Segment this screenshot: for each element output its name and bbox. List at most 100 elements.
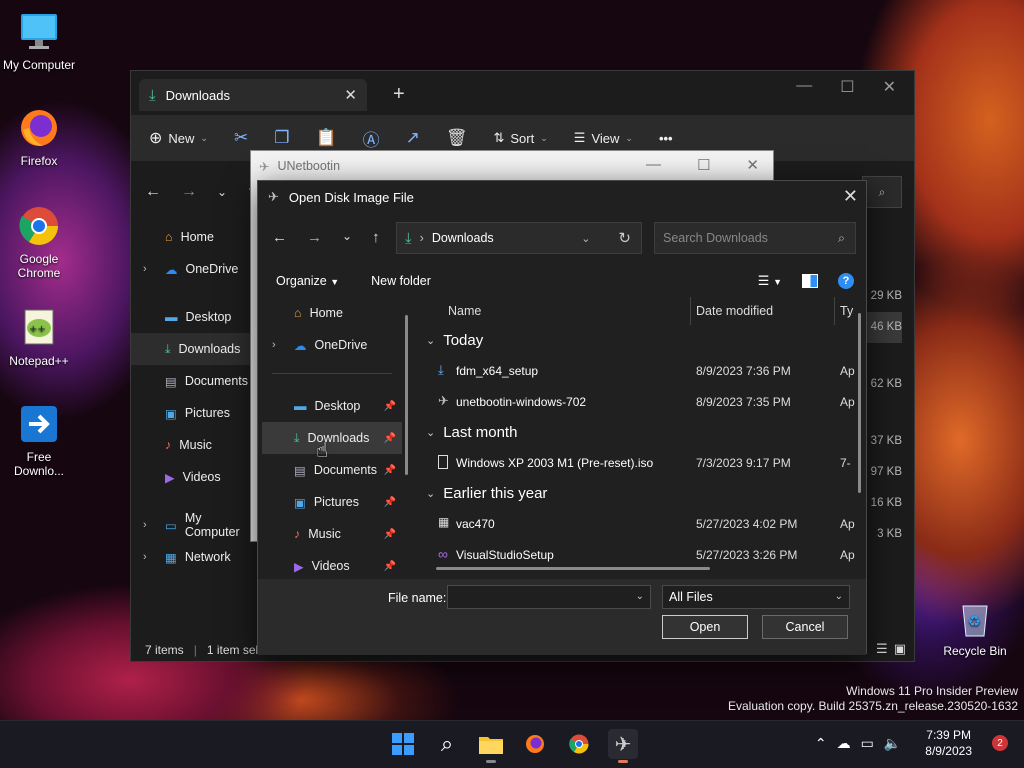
maximize-icon[interactable]: ☐ <box>697 156 710 174</box>
sidebar-scrollbar[interactable] <box>405 315 408 475</box>
close-icon[interactable]: ✕ <box>883 77 896 97</box>
desktop-icon-free-download-manager[interactable]: Free Downlo... <box>0 402 78 478</box>
group-header-earlier-this-year[interactable]: ⌄ Earlier this year <box>418 478 858 508</box>
desktop-icon-recycle-bin[interactable]: ♻ Recycle Bin <box>936 596 1014 658</box>
chevron-right-icon[interactable]: › <box>143 551 147 563</box>
view-button[interactable]: ☰ View ⌄ <box>574 130 633 146</box>
sidebar-item-videos[interactable]: ▶ Videos 📌 <box>262 550 402 577</box>
sidebar-item-downloads[interactable]: ⤓ Downloads <box>131 333 256 365</box>
breadcrumb[interactable]: Downloads <box>432 231 494 245</box>
column-divider[interactable] <box>690 297 691 325</box>
refresh-icon[interactable]: ↻ <box>618 229 631 247</box>
organize-button[interactable]: Organize ▼ <box>276 274 339 288</box>
recent-chevron-icon[interactable]: ⌄ <box>342 229 352 246</box>
sidebar-item-desktop[interactable]: ▬ Desktop <box>131 301 256 333</box>
maximize-icon[interactable]: ☐ <box>840 77 854 97</box>
paste-icon[interactable]: 📋 <box>315 128 336 148</box>
tiles-view-icon[interactable]: ▣ <box>894 641 906 657</box>
sidebar-item-downloads[interactable]: ⤓ Downloads 📌 <box>262 422 402 454</box>
recent-chevron-icon[interactable]: ⌄ <box>217 185 227 199</box>
file-type-select[interactable]: All Files ⌄ <box>662 585 850 609</box>
list-item[interactable]: Windows XP 2003 M1 (Pre-reset).iso 7/3/2… <box>418 447 858 478</box>
explorer-search-icon[interactable]: ⌕ <box>862 176 902 208</box>
volume-icon[interactable]: 🔈 <box>884 735 901 752</box>
new-tab-icon[interactable]: + <box>393 83 405 106</box>
chevron-right-icon[interactable]: › <box>143 263 147 275</box>
column-date-modified[interactable]: Date modified <box>696 304 773 318</box>
chevron-down-icon[interactable]: ⌄ <box>581 232 590 245</box>
minimize-icon[interactable]: — <box>646 156 661 174</box>
sidebar-item-network[interactable]: › ▦ Network <box>131 541 256 573</box>
notification-badge[interactable]: 2 <box>992 735 1008 751</box>
search-icon[interactable]: ⌕ <box>838 231 845 246</box>
close-tab-icon[interactable]: ✕ <box>344 86 357 104</box>
sidebar-item-music[interactable]: ♪ Music 📌 <box>262 518 402 550</box>
list-item[interactable]: ∞ VisualStudioSetup 5/27/2023 3:26 PM Ap <box>418 539 858 570</box>
list-item[interactable]: ✈ unetbootin-windows-702 8/9/2023 7:35 P… <box>418 386 858 417</box>
sidebar-item-videos[interactable]: ▶ Videos <box>131 461 256 493</box>
file-list-vertical-scrollbar[interactable] <box>858 313 861 493</box>
address-bar[interactable]: ⤓ › Downloads ⌄ ↻ <box>396 222 642 254</box>
explorer-tab[interactable]: ⤓ Downloads ✕ <box>139 79 367 111</box>
chevron-down-icon[interactable]: ⌄ <box>636 591 644 602</box>
sidebar-item-home[interactable]: ⌂ Home <box>262 297 402 329</box>
preview-pane-icon[interactable] <box>802 274 818 288</box>
chevron-right-icon[interactable]: › <box>272 339 276 351</box>
firefox-taskbar-button[interactable] <box>520 729 550 759</box>
list-item[interactable]: ▦ vac470 5/27/2023 4:02 PM Ap <box>418 508 858 539</box>
new-button[interactable]: ⊕ New ⌄ <box>149 128 208 148</box>
sidebar-item-music[interactable]: ♪ Music <box>131 429 256 461</box>
sidebar-item-home[interactable]: ⌂ Home <box>131 221 256 253</box>
file-list-horizontal-scrollbar[interactable] <box>436 567 710 570</box>
back-arrow-icon[interactable]: ← <box>272 229 287 246</box>
chevron-right-icon[interactable]: › <box>143 519 147 531</box>
sidebar-item-documents[interactable]: ▤ Documents <box>131 365 256 397</box>
sidebar-item-onedrive[interactable]: › ☁ OneDrive <box>131 253 256 285</box>
new-folder-button[interactable]: New folder <box>371 274 431 288</box>
forward-arrow-icon[interactable]: → <box>181 183 197 201</box>
delete-icon[interactable]: 🗑 <box>446 128 468 148</box>
help-icon[interactable]: ? <box>838 273 854 289</box>
share-icon[interactable]: ↗ <box>406 128 420 148</box>
desktop-icon-notepad-plus-plus[interactable]: ++ Notepad++ <box>0 306 78 368</box>
clock[interactable]: 7:39 PM 8/9/2023 <box>925 727 972 759</box>
sidebar-item-desktop[interactable]: ▬ Desktop 📌 <box>262 390 402 422</box>
column-divider[interactable] <box>834 297 835 325</box>
chrome-taskbar-button[interactable] <box>564 729 594 759</box>
rename-icon[interactable]: Ⓐ <box>363 126 380 151</box>
chevron-down-icon[interactable]: ⌄ <box>835 591 843 602</box>
file-name-input[interactable]: ⌄ <box>447 585 651 609</box>
search-input[interactable]: Search Downloads ⌕ <box>654 222 856 254</box>
chevron-up-icon[interactable]: ⌃ <box>815 735 827 752</box>
view-options-icon[interactable]: ☰ ▼ <box>758 273 782 289</box>
search-button[interactable]: ⌕ <box>432 729 462 759</box>
sidebar-item-documents[interactable]: ▤ Documents 📌 <box>262 454 402 486</box>
minimize-icon[interactable]: — <box>796 77 812 97</box>
details-view-icon[interactable]: ☰ <box>876 641 888 657</box>
cancel-button[interactable]: Cancel <box>762 615 848 639</box>
close-icon[interactable]: ✕ <box>843 186 858 207</box>
unetbootin-taskbar-button[interactable]: ✈ <box>608 729 638 763</box>
group-header-today[interactable]: ⌄ Today <box>418 325 858 355</box>
display-icon[interactable]: ▭ <box>861 735 874 752</box>
back-arrow-icon[interactable]: ← <box>145 183 161 201</box>
list-item[interactable]: ⤓ fdm_x64_setup 8/9/2023 7:36 PM Ap <box>418 355 858 386</box>
copy-icon[interactable]: ❐ <box>274 128 289 148</box>
cut-icon[interactable]: ✂ <box>234 128 248 148</box>
start-button[interactable] <box>388 729 418 759</box>
more-options-button[interactable]: ••• <box>659 131 673 146</box>
sidebar-item-my-computer[interactable]: › ▭ My Computer <box>131 509 256 541</box>
desktop-icon-google-chrome[interactable]: Google Chrome <box>0 204 78 280</box>
column-type[interactable]: Ty <box>840 304 853 318</box>
network-disconnected-icon[interactable]: ☁ <box>837 735 851 752</box>
file-explorer-taskbar-button[interactable] <box>476 729 506 763</box>
open-button[interactable]: Open <box>662 615 748 639</box>
up-arrow-icon[interactable]: ↑ <box>372 229 380 246</box>
group-header-last-month[interactable]: ⌄ Last month <box>418 417 858 447</box>
forward-arrow-icon[interactable]: → <box>307 229 322 246</box>
column-name[interactable]: Name <box>448 304 481 318</box>
desktop-icon-firefox[interactable]: Firefox <box>0 106 78 168</box>
sidebar-item-pictures[interactable]: ▣ Pictures 📌 <box>262 486 402 518</box>
sort-button[interactable]: ⇅ Sort ⌄ <box>493 130 547 146</box>
close-icon[interactable]: ✕ <box>746 156 759 174</box>
